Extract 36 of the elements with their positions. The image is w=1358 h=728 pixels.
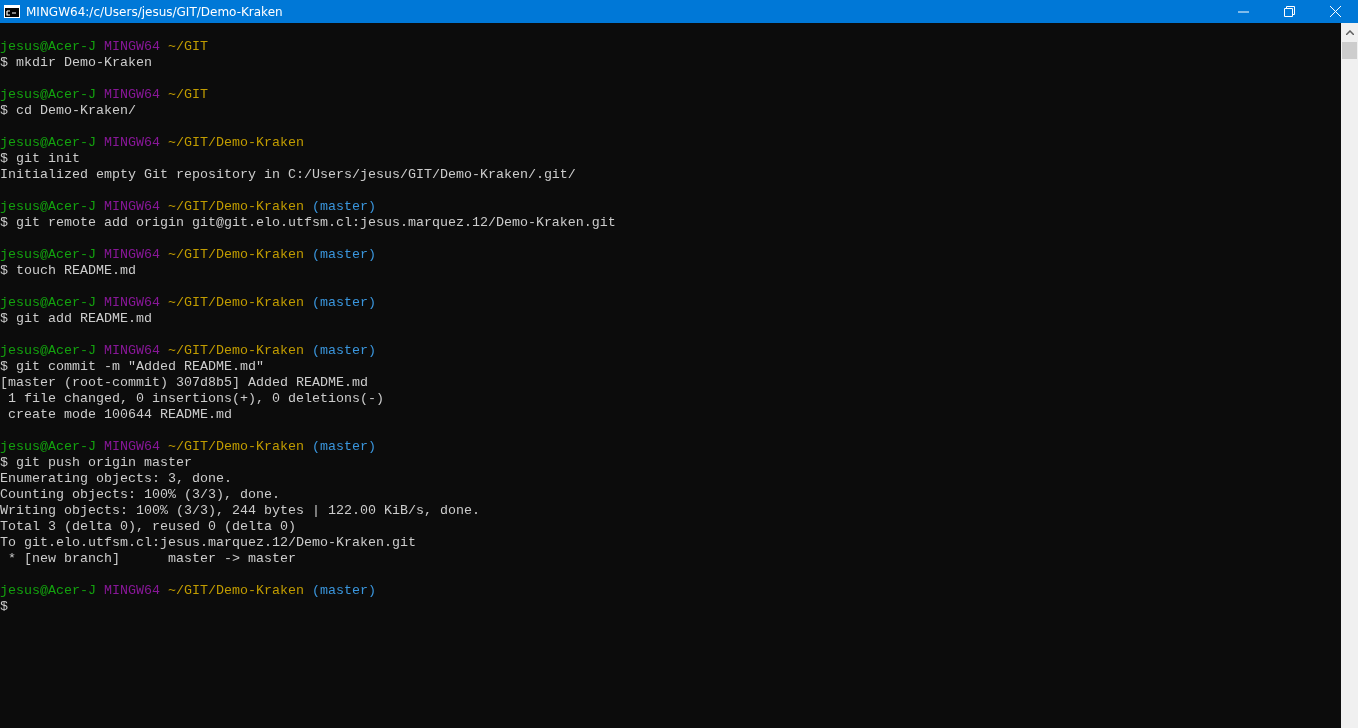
output-line: To git.elo.utfsm.cl:jesus.marquez.12/Demo-Kraken.git bbox=[0, 535, 417, 551]
minimize-icon bbox=[1237, 10, 1249, 13]
command-line: $ git commit -m "Added README.md" bbox=[0, 359, 265, 375]
scrollbar-thumb[interactable] bbox=[1342, 42, 1357, 59]
output-line: Counting objects: 100% (3/3), done. bbox=[0, 487, 281, 503]
prompt-line: jesus@Acer-J MINGW64 ~/GIT/Demo-Kraken (master) bbox=[0, 343, 377, 359]
scroll-up-icon[interactable] bbox=[1345, 30, 1354, 35]
command-line: $ cd Demo-Kraken/ bbox=[0, 103, 137, 119]
output-line: Enumerating objects: 3, done. bbox=[0, 471, 233, 487]
prompt-line: jesus@Acer-J MINGW64 ~/GIT/Demo-Kraken (master) bbox=[0, 439, 377, 455]
command-line: $ touch README.md bbox=[0, 263, 137, 279]
command-line: $ git add README.md bbox=[0, 311, 153, 327]
prompt-line: jesus@Acer-J MINGW64 ~/GIT/Demo-Kraken (master) bbox=[0, 247, 377, 263]
output-line: Initialized empty Git repository in C:/Users/jesus/GIT/Demo-Kraken/.git/ bbox=[0, 167, 577, 183]
output-line: Total 3 (delta 0), reused 0 (delta 0) bbox=[0, 519, 297, 535]
output-line: create mode 100644 README.md bbox=[7, 407, 233, 423]
prompt-line: jesus@Acer-J MINGW64 ~/GIT bbox=[0, 87, 209, 103]
command-line: $ git remote add origin git@git.elo.utfsm.cl:jesus.marquez.12/Demo-Kraken.git bbox=[0, 215, 617, 231]
output-line: * [new branch] master -> master bbox=[7, 551, 297, 567]
output-line: [master (root-commit) 307d8b5] Added README.md bbox=[0, 375, 369, 391]
prompt-line: jesus@Acer-J MINGW64 ~/GIT/Demo-Kraken (master) bbox=[0, 583, 377, 599]
command-line: $ bbox=[0, 599, 9, 615]
restore-icon bbox=[1283, 6, 1295, 17]
scrollbar[interactable] bbox=[1341, 23, 1358, 728]
close-icon bbox=[1329, 6, 1341, 17]
output-line: 1 file changed, 0 insertions(+), 0 deletions(-) bbox=[7, 391, 385, 407]
terminal-icon bbox=[4, 5, 20, 18]
output-line: Writing objects: 100% (3/3), 244 bytes | 122.00 KiB/s, done. bbox=[0, 503, 481, 519]
prompt-line: jesus@Acer-J MINGW64 ~/GIT/Demo-Kraken (master) bbox=[0, 295, 377, 311]
command-line: $ git init bbox=[0, 151, 81, 167]
prompt-line: jesus@Acer-J MINGW64 ~/GIT bbox=[0, 39, 209, 55]
command-line: $ git push origin master bbox=[0, 455, 193, 471]
window-title: MINGW64:/c/Users/jesus/GIT/Demo-Kraken bbox=[26, 4, 284, 19]
prompt-line: jesus@Acer-J MINGW64 ~/GIT/Demo-Kraken (master) bbox=[0, 199, 377, 215]
prompt-line: jesus@Acer-J MINGW64 ~/GIT/Demo-Kraken bbox=[0, 135, 305, 151]
command-line: $ mkdir Demo-Kraken bbox=[0, 55, 153, 71]
